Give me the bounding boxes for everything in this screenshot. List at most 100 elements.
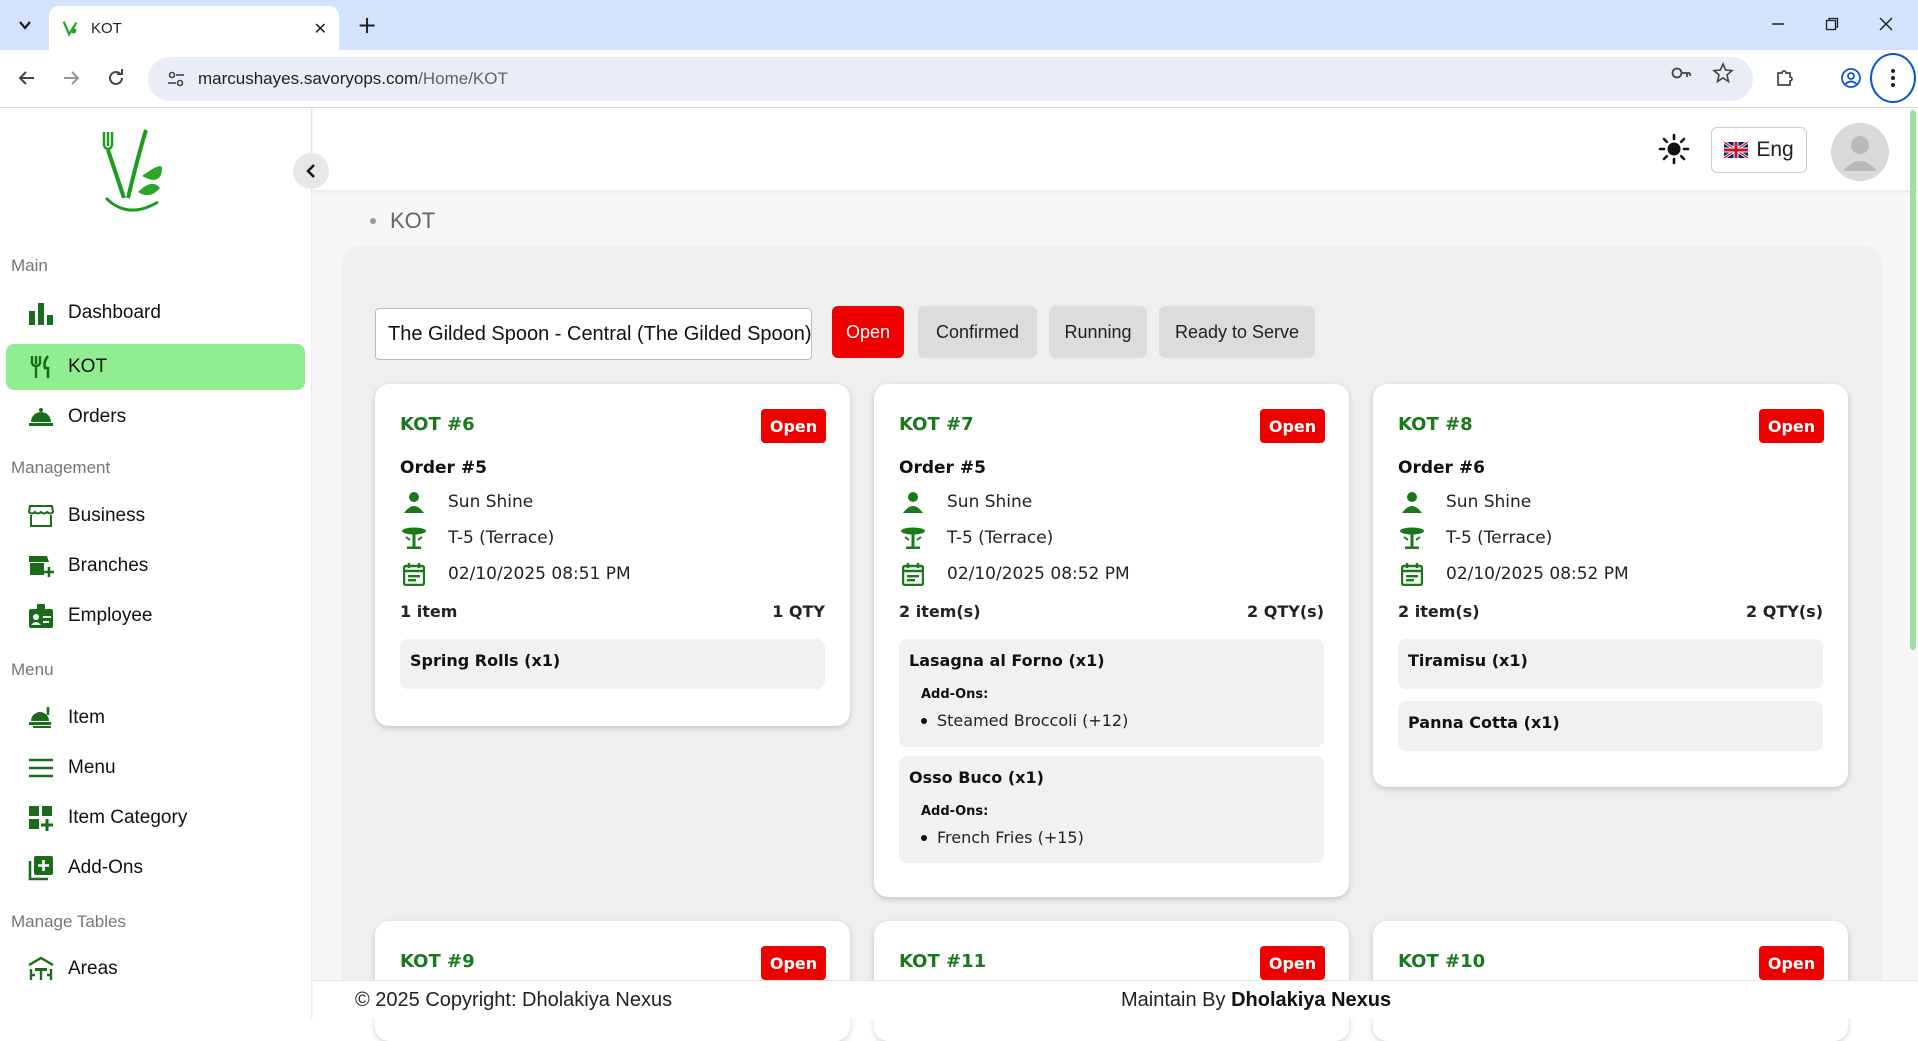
minimize-button[interactable] bbox=[1758, 10, 1798, 38]
kot-card[interactable]: KOT #8 Open Order #6 Sun Shine T-5 (Terr… bbox=[1373, 384, 1848, 787]
table-area-icon bbox=[27, 955, 55, 983]
sidebar-item-orders[interactable]: Orders bbox=[6, 394, 305, 440]
sidebar-item-label: Dashboard bbox=[68, 302, 161, 323]
sidebar-item-item[interactable]: Item bbox=[6, 695, 305, 741]
addon-item: Steamed Broccoli (+12) bbox=[921, 711, 1128, 730]
sidebar-item-item-category[interactable]: Item Category bbox=[6, 795, 305, 841]
sidebar-item-label: KOT bbox=[68, 356, 108, 377]
sidebar: Main Dashboard KOT Orders Management Bus… bbox=[0, 108, 312, 1019]
app-logo bbox=[102, 129, 163, 212]
arrow-right-icon bbox=[64, 71, 80, 85]
filter-confirmed-button[interactable]: Confirmed bbox=[918, 306, 1037, 358]
item-name: Lasagna al Forno (x1) bbox=[909, 651, 1105, 670]
url-field[interactable]: marcushayes.savoryops.com/Home/KOT bbox=[148, 57, 1753, 101]
browser-tab[interactable]: KOT ✕ bbox=[49, 6, 339, 50]
reload-button[interactable] bbox=[101, 63, 131, 93]
page-scrollbar[interactable] bbox=[1910, 110, 1916, 650]
bar-chart-icon bbox=[27, 299, 55, 327]
sidebar-item-employee[interactable]: Employee bbox=[6, 593, 305, 639]
close-tab-icon[interactable]: ✕ bbox=[314, 19, 327, 38]
status-badge: Open bbox=[761, 409, 826, 443]
breadcrumb-current: KOT bbox=[390, 208, 436, 233]
sidebar-item-menu[interactable]: Menu bbox=[6, 745, 305, 791]
restore-button[interactable] bbox=[1812, 10, 1852, 38]
browser-menu-button[interactable] bbox=[1870, 53, 1916, 103]
status-badge: Open bbox=[761, 946, 826, 980]
restore-icon bbox=[1825, 17, 1839, 31]
addon-name: French Fries (+15) bbox=[937, 828, 1084, 847]
section-menu: Menu bbox=[11, 660, 54, 679]
sidebar-item-business[interactable]: Business bbox=[6, 493, 305, 539]
sidebar-item-branches[interactable]: Branches bbox=[6, 543, 305, 589]
sidebar-item-areas[interactable]: Areas bbox=[6, 946, 305, 992]
kot-number: KOT #7 bbox=[899, 414, 974, 435]
extensions-button[interactable] bbox=[1770, 63, 1800, 93]
breadcrumb-bullet bbox=[370, 218, 376, 224]
table-row: T-5 (Terrace) bbox=[1398, 524, 1552, 552]
filter-running-button[interactable]: Running bbox=[1049, 306, 1147, 358]
site-info-icon[interactable] bbox=[166, 69, 186, 89]
library-add-icon bbox=[27, 854, 55, 882]
filter-open-button[interactable]: Open bbox=[832, 306, 904, 358]
calendar-icon bbox=[899, 560, 927, 588]
tab-title: KOT bbox=[91, 19, 122, 37]
datetime-row: 02/10/2025 08:51 PM bbox=[400, 560, 631, 588]
addons-label: Add-Ons: bbox=[921, 804, 989, 819]
item-name: Panna Cotta (x1) bbox=[1408, 713, 1560, 732]
new-tab-button[interactable]: + bbox=[352, 10, 382, 40]
reload-icon bbox=[109, 69, 123, 85]
cloche-icon bbox=[27, 403, 55, 431]
sidebar-item-addons[interactable]: Add-Ons bbox=[6, 845, 305, 891]
status-badge: Open bbox=[1759, 409, 1824, 443]
customer-name: Sun Shine bbox=[1446, 492, 1532, 512]
chevron-down-icon bbox=[19, 21, 31, 30]
bookmark-star-icon[interactable] bbox=[1712, 62, 1734, 84]
puzzle-icon bbox=[1777, 70, 1793, 86]
tab-search-button[interactable] bbox=[10, 10, 40, 40]
address-bar: marcushayes.savoryops.com/Home/KOT bbox=[0, 50, 1918, 108]
app-root: Main Dashboard KOT Orders Management Bus… bbox=[0, 108, 1918, 1041]
close-icon bbox=[1879, 17, 1893, 31]
footer-maintainer: Maintain By Dholakiya Nexus bbox=[1121, 989, 1391, 1012]
app-header: Eng bbox=[313, 108, 1918, 190]
add-business-icon bbox=[27, 552, 55, 580]
order-number: Order #5 bbox=[400, 458, 487, 478]
sidebar-item-label: Employee bbox=[68, 605, 153, 626]
sidebar-item-label: Item Category bbox=[68, 807, 188, 828]
sidebar-item-kot[interactable]: KOT bbox=[6, 344, 305, 390]
filter-ready-to-serve-button[interactable]: Ready to Serve bbox=[1159, 306, 1315, 358]
item-count: 2 item(s) bbox=[1398, 602, 1480, 621]
person-icon bbox=[899, 488, 927, 516]
status-badge: Open bbox=[1260, 409, 1325, 443]
hamburger-icon bbox=[27, 754, 55, 782]
language-selector[interactable]: Eng bbox=[1711, 127, 1807, 173]
sidebar-item-label: Add-Ons bbox=[68, 857, 143, 878]
user-avatar[interactable] bbox=[1831, 123, 1889, 181]
sidebar-collapse-button[interactable] bbox=[293, 153, 329, 189]
branch-select[interactable]: The Gilded Spoon - Central (The Gilded S… bbox=[375, 308, 812, 360]
category-grid-icon bbox=[27, 804, 55, 832]
table-row: T-5 (Terrace) bbox=[400, 524, 554, 552]
quantity-count: 2 QTY(s) bbox=[1746, 602, 1823, 621]
maintain-name: Dholakiya Nexus bbox=[1231, 989, 1392, 1011]
minimize-icon bbox=[1772, 23, 1784, 25]
table-name: T-5 (Terrace) bbox=[448, 528, 555, 548]
close-window-button[interactable] bbox=[1866, 10, 1906, 38]
footer: © 2025 Copyright: Dholakiya Nexus Mainta… bbox=[313, 980, 1918, 1019]
forward-button[interactable] bbox=[56, 63, 86, 93]
browser-tab-strip: KOT ✕ + bbox=[0, 0, 1918, 50]
sidebar-item-label: Menu bbox=[68, 757, 116, 778]
kot-card[interactable]: KOT #6 Open Order #5 Sun Shine T-5 (Terr… bbox=[375, 384, 850, 726]
order-number: Order #5 bbox=[899, 458, 986, 478]
kot-card[interactable]: KOT #7 Open Order #5 Sun Shine T-5 (Terr… bbox=[874, 384, 1349, 897]
sidebar-item-dashboard[interactable]: Dashboard bbox=[6, 290, 305, 336]
theme-toggle-sun-icon[interactable] bbox=[1658, 133, 1690, 165]
order-item: Tiramisu (x1) bbox=[1398, 639, 1823, 689]
profile-button[interactable] bbox=[1836, 63, 1866, 93]
back-button[interactable] bbox=[12, 63, 42, 93]
person-icon bbox=[1398, 488, 1426, 516]
customer-row: Sun Shine bbox=[400, 488, 533, 516]
dining-table-icon bbox=[1398, 524, 1426, 552]
password-key-icon[interactable] bbox=[1670, 62, 1692, 84]
datetime-row: 02/10/2025 08:52 PM bbox=[899, 560, 1130, 588]
